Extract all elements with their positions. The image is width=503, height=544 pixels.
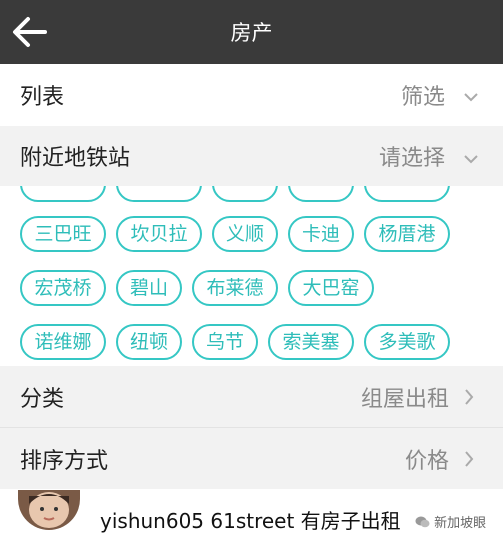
- metro-value: 请选择: [378, 146, 445, 171]
- station-chip[interactable]: [116, 186, 202, 202]
- station-chip-list: 三巴旺 坎贝拉 义顺 卡迪 杨厝港 宏茂桥 碧山 布莱德 大巴窑 诺维娜 纽顿 …: [0, 186, 503, 366]
- watermark: 新加坡眼: [415, 512, 486, 531]
- sort-filter-row[interactable]: 排序方式 价格: [0, 427, 503, 489]
- station-chip[interactable]: [20, 186, 106, 202]
- page-title: 房产: [230, 21, 273, 45]
- top-bar: 房产: [0, 0, 503, 64]
- station-chip[interactable]: 布莱德: [192, 270, 278, 306]
- filter-value: 筛选: [400, 85, 445, 110]
- category-filter-row[interactable]: 分类 组屋出租: [0, 366, 503, 427]
- station-chip[interactable]: 索美塞: [268, 324, 354, 360]
- sort-value: 价格: [404, 449, 449, 474]
- category-label: 分类: [20, 387, 65, 412]
- list-filter-row[interactable]: 列表 筛选: [0, 64, 503, 126]
- wechat-icon: [415, 516, 434, 531]
- metro-filter-row[interactable]: 附近地铁站 请选择: [0, 126, 503, 186]
- metro-label: 附近地铁站: [20, 146, 131, 171]
- station-chip[interactable]: 大巴窑: [288, 270, 374, 306]
- chevron-right-icon: [463, 450, 477, 468]
- chevron-right-icon: [463, 388, 477, 406]
- station-chip[interactable]: 碧山: [116, 270, 182, 306]
- list-label: 列表: [20, 85, 65, 110]
- listing-title[interactable]: yishun605 61street 有房子出租: [100, 505, 401, 534]
- station-chip[interactable]: 义顺: [212, 216, 278, 252]
- category-value: 组屋出租: [360, 387, 449, 412]
- station-chip[interactable]: [364, 186, 450, 202]
- station-chip[interactable]: 乌节: [192, 324, 258, 360]
- station-chip[interactable]: 坎贝拉: [116, 216, 202, 252]
- station-chip[interactable]: 宏茂桥: [20, 270, 106, 306]
- station-chip[interactable]: [288, 186, 354, 202]
- station-chip[interactable]: 多美歌: [364, 324, 450, 360]
- station-chip[interactable]: 纽顿: [116, 324, 182, 360]
- chevron-down-icon: [463, 150, 478, 164]
- chevron-down-icon: [463, 88, 478, 102]
- station-chip[interactable]: 诺维娜: [20, 324, 106, 360]
- watermark-text: 新加坡眼: [434, 516, 487, 531]
- station-chip[interactable]: 三巴旺: [20, 216, 106, 252]
- station-chip[interactable]: 卡迪: [288, 216, 354, 252]
- station-chip[interactable]: 杨厝港: [364, 216, 450, 252]
- sort-label: 排序方式: [20, 449, 109, 474]
- station-chip[interactable]: [212, 186, 278, 202]
